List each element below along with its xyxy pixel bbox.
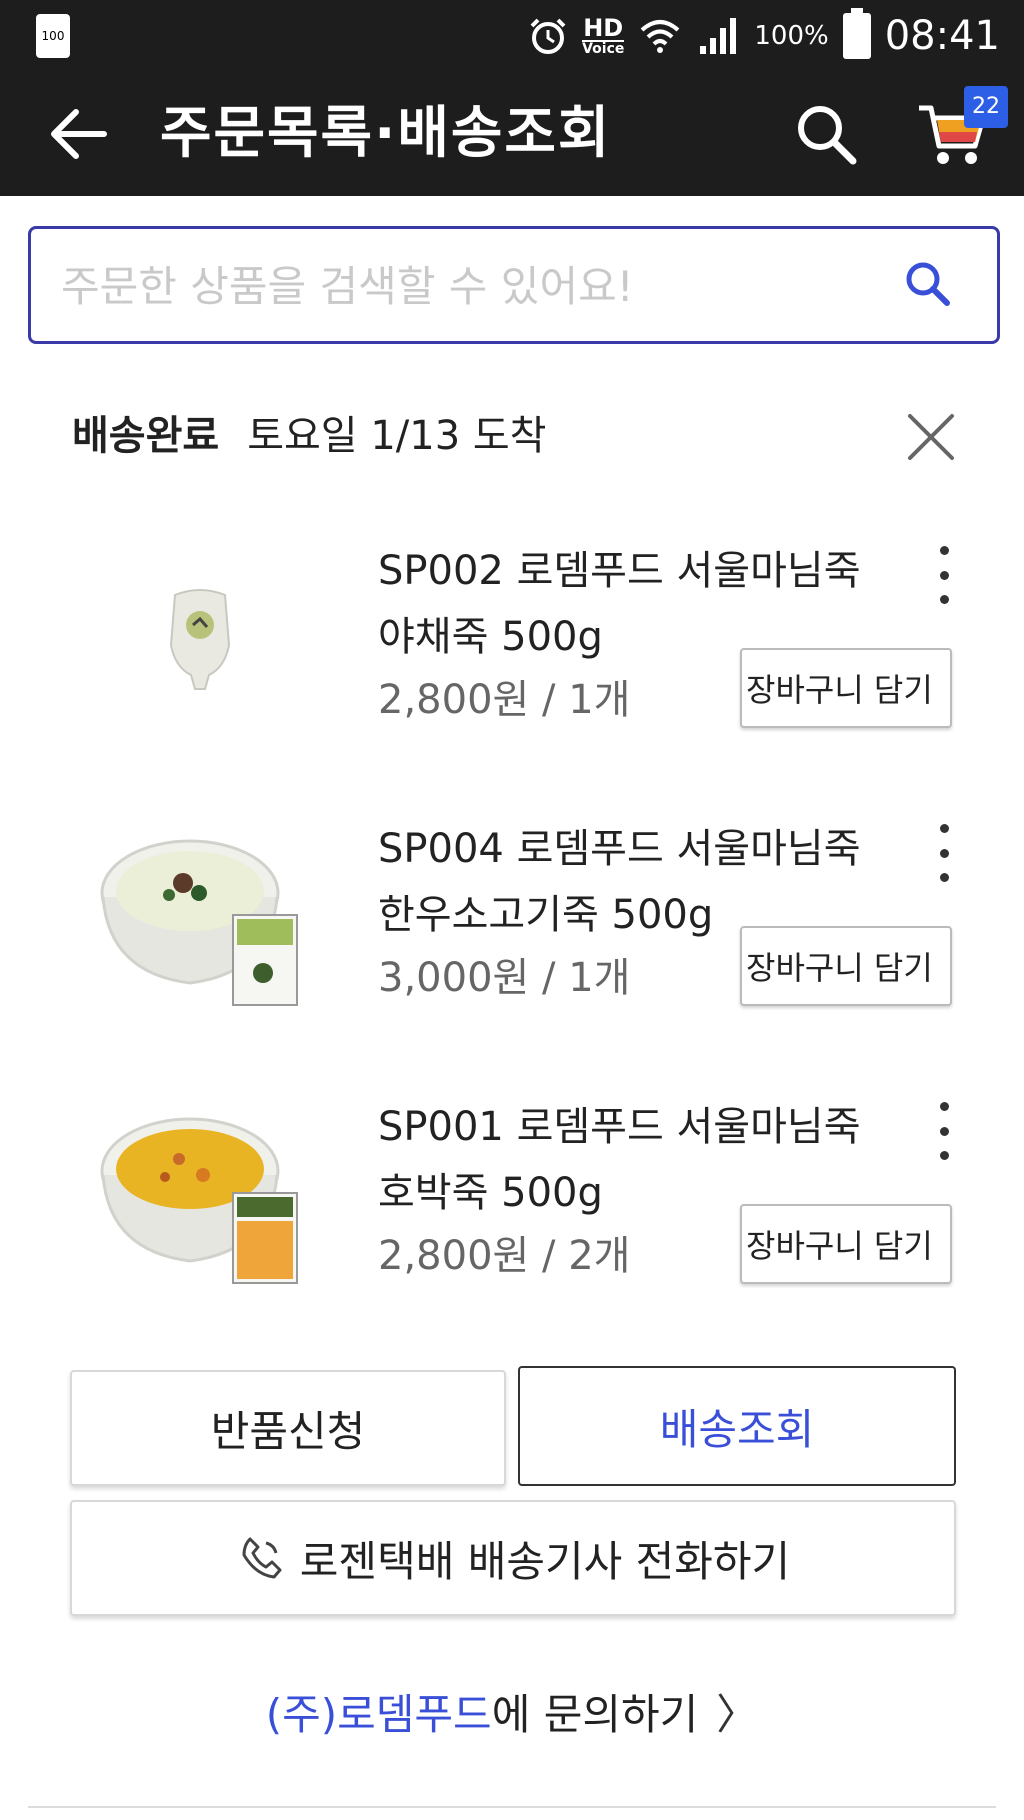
battery-percent: 100% <box>754 21 829 51</box>
return-request-button[interactable]: 반품신청 <box>70 1370 506 1486</box>
hd-voice-icon: HD Voice <box>582 14 625 57</box>
inquiry-text: 에 문의하기 <box>491 1690 699 1739</box>
divider <box>28 1806 996 1808</box>
order-item: SP004 로뎀푸드 서울마님죽 한우소고기죽 500g 3,000원 / 1개… <box>0 808 1024 1078</box>
more-options-button[interactable] <box>924 818 964 888</box>
page-title: 주문목록·배송조회 <box>160 101 612 166</box>
product-price: 3,000원 / 1개 <box>378 955 631 1001</box>
search-icon <box>906 262 950 306</box>
close-icon <box>908 414 954 460</box>
search-button[interactable] <box>786 94 866 174</box>
add-to-cart-button[interactable]: 장바구니 담기 <box>740 1204 952 1284</box>
beef-porridge-image <box>100 839 298 1006</box>
order-search-input[interactable] <box>61 251 881 321</box>
app-bar: 주문목록·배송조회 22 <box>0 72 1024 196</box>
seller-name: (주)로뎀푸드 <box>265 1690 492 1739</box>
status-icons: HD Voice 100% 08:41 <box>528 8 1000 62</box>
arrival-date: 토요일 1/13 도착 <box>247 413 547 459</box>
product-image[interactable] <box>90 530 310 750</box>
dot <box>939 824 949 833</box>
search-icon <box>798 106 857 165</box>
seller-inquiry-link[interactable]: (주)로뎀푸드에 문의하기 〉 <box>0 1680 1024 1750</box>
dot <box>939 1126 949 1136</box>
order-header: 배송완료 토요일 1/13 도착 <box>72 406 546 466</box>
product-price: 2,800원 / 2개 <box>378 1233 631 1279</box>
phone-icon <box>242 1537 282 1579</box>
delete-order-button[interactable] <box>900 406 962 468</box>
dot <box>939 546 949 555</box>
call-courier-button[interactable]: 로젠택배 배송기사 전화하기 <box>70 1500 956 1616</box>
product-image[interactable] <box>90 1086 310 1306</box>
delivery-status: 배송완료 <box>72 413 220 459</box>
status-bar: 100 HD Voice 100% 08:41 <box>0 0 1024 72</box>
voice-label: Voice <box>582 41 625 57</box>
order-search-button[interactable] <box>897 253 957 313</box>
add-to-cart-button[interactable]: 장바구니 담기 <box>740 648 952 728</box>
clock: 08:41 <box>884 13 1000 59</box>
product-image[interactable] <box>90 808 310 1028</box>
dot <box>939 1102 949 1111</box>
order-item: SP002 로뎀푸드 서울마님죽 야채죽 500g 2,800원 / 1개 장바… <box>0 530 1024 800</box>
order-search-box <box>28 226 1000 344</box>
order-item: SP001 로뎀푸드 서울마님죽 호박죽 500g 2,800원 / 2개 장바… <box>0 1086 1024 1356</box>
pumpkin-porridge-image <box>100 1117 298 1284</box>
battery-saver-icon: 100 <box>36 14 70 58</box>
product-price: 2,800원 / 1개 <box>378 677 631 723</box>
cart-count-badge: 22 <box>964 86 1008 128</box>
dot <box>939 595 949 604</box>
porridge-pouch-image <box>169 589 231 690</box>
battery-small-label: 100 <box>41 29 65 43</box>
hd-label: HD <box>582 14 625 42</box>
arrow-left-icon <box>51 109 107 159</box>
dot <box>939 570 949 580</box>
battery-icon <box>842 8 871 59</box>
more-options-button[interactable] <box>924 540 964 610</box>
dot <box>939 873 949 882</box>
track-delivery-button[interactable]: 배송조회 <box>518 1366 956 1486</box>
wifi-icon <box>641 20 680 53</box>
call-courier-label: 로젠택배 배송기사 전화하기 <box>299 1536 791 1586</box>
more-options-button[interactable] <box>924 1096 964 1166</box>
back-button[interactable] <box>40 96 116 172</box>
signal-icon <box>700 18 737 54</box>
dot <box>939 1151 949 1160</box>
dot <box>939 848 949 858</box>
alarm-icon <box>530 18 566 54</box>
chevron-right-icon: 〉 <box>716 1690 759 1739</box>
add-to-cart-button[interactable]: 장바구니 담기 <box>740 926 952 1006</box>
